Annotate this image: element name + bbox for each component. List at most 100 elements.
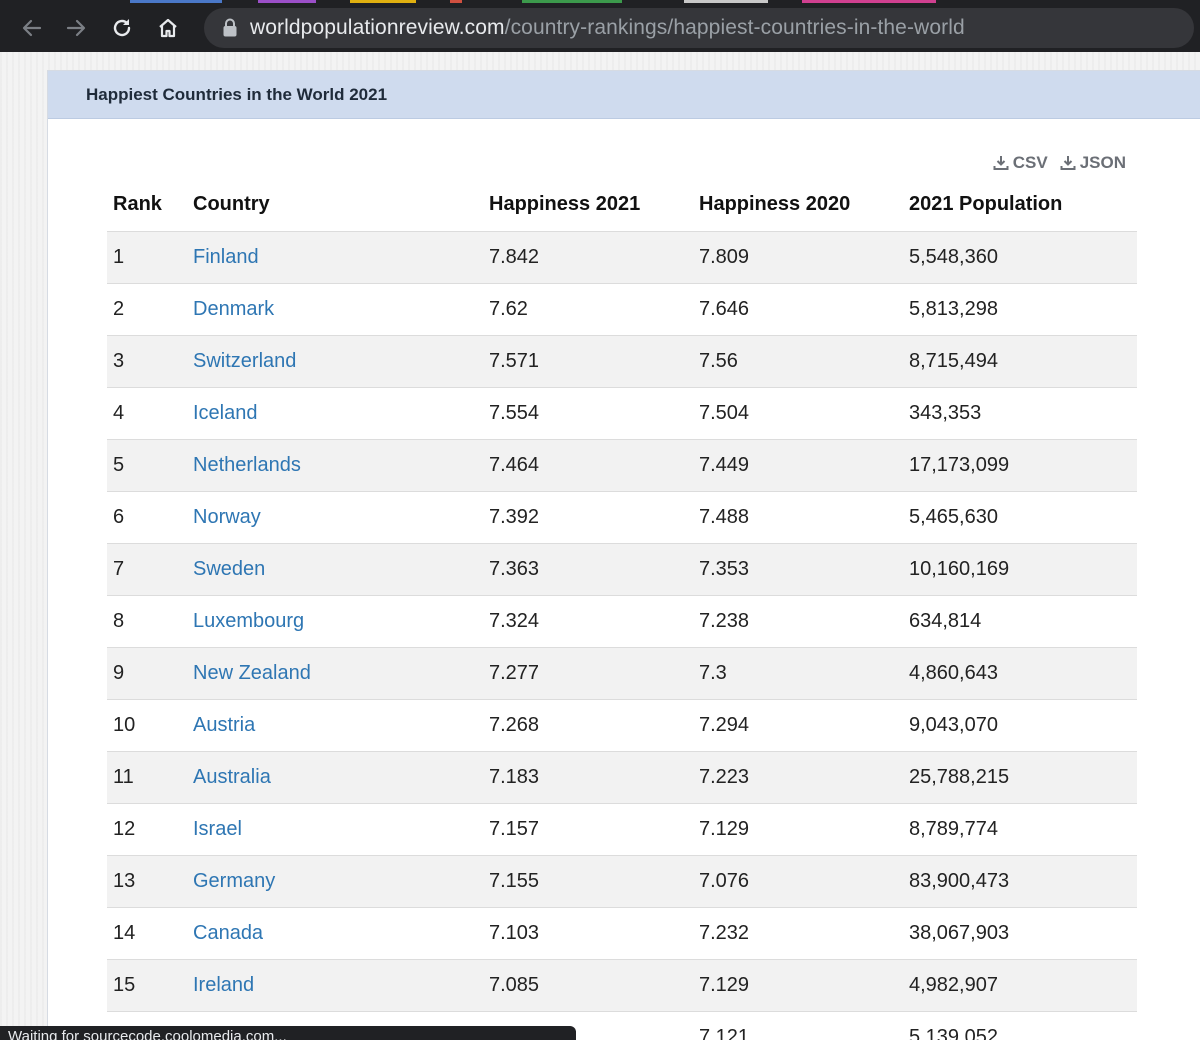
tab-indicator[interactable] [684,0,768,3]
tab-indicator[interactable] [522,0,622,3]
country-link[interactable]: Luxembourg [193,610,304,632]
table-row: 5 Netherlands 7.464 7.449 17,173,099 [107,438,1137,491]
table-row: 11 Australia 7.183 7.223 25,788,215 [107,750,1137,803]
country-cell: Canada [187,906,483,959]
json-download-link[interactable]: JSON [1060,153,1126,173]
population-cell: 25,788,215 [903,750,1137,803]
country-link[interactable]: Norway [193,506,261,528]
column-header-happiness-2020[interactable]: Happiness 2020 [693,179,903,231]
column-header-happiness-2021[interactable]: Happiness 2021 [483,179,693,231]
happiness-2020-cell: 7.238 [693,594,903,647]
happiness-2021-cell: 7.464 [483,438,693,491]
happiness-2020-cell: 7.56 [693,334,903,387]
country-cell: Ireland [187,958,483,1011]
table-row: 12 Israel 7.157 7.129 8,789,774 [107,802,1137,855]
country-link[interactable]: New Zealand [193,662,311,684]
happiness-2021-cell: 7.085 [483,958,693,1011]
population-cell: 5,465,630 [903,490,1137,543]
population-cell: 4,860,643 [903,646,1137,699]
card-header: Happiest Countries in the World 2021 [48,71,1200,119]
tab-indicator[interactable] [258,0,316,3]
arrow-right-icon [66,19,86,37]
tab-indicator[interactable] [130,0,222,3]
country-cell: Finland [187,230,483,283]
address-bar[interactable]: worldpopulationreview.com/country-rankin… [204,8,1194,48]
country-link[interactable]: Finland [193,246,259,268]
population-cell: 10,160,169 [903,542,1137,595]
country-cell: Israel [187,802,483,855]
country-link[interactable]: Switzerland [193,350,296,372]
tab-indicator[interactable] [802,0,936,3]
table-row: 15 Ireland 7.085 7.129 4,982,907 [107,958,1137,1011]
forward-button[interactable] [56,8,96,48]
reload-icon [113,19,131,37]
country-cell: New Zealand [187,646,483,699]
population-cell: 634,814 [903,594,1137,647]
country-link[interactable]: Canada [193,922,263,944]
country-cell: Austria [187,698,483,751]
country-cell: Germany [187,854,483,907]
csv-label: CSV [1012,153,1048,172]
browser-toolbar: worldpopulationreview.com/country-rankin… [0,4,1200,52]
home-button[interactable] [148,8,188,48]
population-cell: 83,900,473 [903,854,1137,907]
back-button[interactable] [12,8,52,48]
csv-download-link[interactable]: CSV [993,153,1048,173]
country-link[interactable]: Sweden [193,558,265,580]
happiness-2020-cell: 7.294 [693,698,903,751]
happiness-2020-cell: 7.646 [693,282,903,335]
rank-cell: 9 [107,646,187,699]
population-cell: 9,043,070 [903,698,1137,751]
happiness-2020-cell: 7.121 [693,1010,903,1040]
happiness-2020-cell: 7.353 [693,542,903,595]
country-link[interactable]: Australia [193,766,271,788]
reload-button[interactable] [102,8,142,48]
population-cell: 8,789,774 [903,802,1137,855]
population-cell: 5,548,360 [903,230,1137,283]
happiness-2021-cell: 7.277 [483,646,693,699]
country-link[interactable]: Netherlands [193,454,301,476]
population-cell: 5,813,298 [903,282,1137,335]
arrow-left-icon [22,19,42,37]
country-cell: Sweden [187,542,483,595]
country-cell: Norway [187,490,483,543]
country-link[interactable]: Iceland [193,402,258,424]
happiness-2021-cell: 7.392 [483,490,693,543]
lock-icon[interactable] [222,18,238,38]
rank-cell: 7 [107,542,187,595]
happiness-table: Rank Country Happiness 2021 Happiness 20… [107,179,1137,1040]
happiness-2020-cell: 7.223 [693,750,903,803]
country-cell: Iceland [187,386,483,439]
rankings-card: Happiest Countries in the World 2021 CSV… [47,70,1200,1040]
country-link[interactable]: Austria [193,714,255,736]
download-links: CSV JSON [993,153,1126,173]
column-header-rank[interactable]: Rank [107,179,187,231]
happiness-2020-cell: 7.3 [693,646,903,699]
tab-indicator[interactable] [450,0,462,3]
column-header-country[interactable]: Country [187,179,483,231]
rank-cell: 2 [107,282,187,335]
table-row: 8 Luxembourg 7.324 7.238 634,814 [107,594,1137,647]
country-link[interactable]: Denmark [193,298,274,320]
rank-cell: 8 [107,594,187,647]
country-link[interactable]: Israel [193,818,242,840]
happiness-2021-cell: 7.324 [483,594,693,647]
happiness-2021-cell: 7.842 [483,230,693,283]
tab-indicator[interactable] [350,0,416,3]
card-title: Happiest Countries in the World 2021 [86,84,388,104]
column-header-population-2021[interactable]: 2021 Population [903,179,1137,231]
country-link[interactable]: Ireland [193,974,254,996]
happiness-2021-cell: 7.157 [483,802,693,855]
happiness-2020-cell: 7.488 [693,490,903,543]
population-cell: 4,982,907 [903,958,1137,1011]
happiness-2021-cell: 7.62 [483,282,693,335]
download-icon [993,156,1009,170]
table-row: 10 Austria 7.268 7.294 9,043,070 [107,698,1137,751]
url-text: worldpopulationreview.com/country-rankin… [250,16,965,40]
happiness-2020-cell: 7.504 [693,386,903,439]
table-row: 14 Canada 7.103 7.232 38,067,903 [107,906,1137,959]
country-cell: Australia [187,750,483,803]
table-row: 7 Sweden 7.363 7.353 10,160,169 [107,542,1137,595]
country-link[interactable]: Germany [193,870,275,892]
happiness-2021-cell: 7.554 [483,386,693,439]
